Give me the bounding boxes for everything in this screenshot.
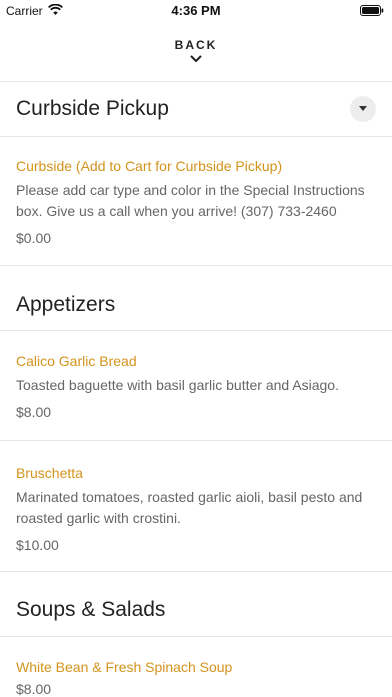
menu-item[interactable]: Calico Garlic Bread Toasted baguette wit…	[16, 353, 376, 420]
item-description: Please add car type and color in the Spe…	[16, 182, 365, 219]
divider	[0, 136, 392, 137]
item-price: $0.00	[16, 230, 52, 246]
section-dropdown-button[interactable]	[350, 96, 376, 122]
item-price: $8.00	[16, 681, 52, 697]
divider	[0, 440, 392, 441]
menu-item[interactable]: White Bean & Fresh Spinach Soup $8.00	[16, 659, 376, 697]
chevron-down-icon	[190, 55, 202, 62]
divider	[0, 81, 392, 82]
item-name: Curbside (Add to Cart for Curbside Picku…	[16, 158, 283, 174]
divider	[0, 636, 392, 637]
status-bar: Carrier 4:36 PM	[0, 0, 392, 22]
divider	[0, 330, 392, 331]
item-description: Toasted baguette with basil garlic butte…	[16, 377, 339, 393]
caret-down-icon	[359, 106, 367, 111]
status-time: 4:36 PM	[171, 3, 221, 18]
section-title-soups-salads: Soups & Salads	[16, 598, 166, 621]
item-name: Calico Garlic Bread	[16, 353, 137, 369]
item-description: Marinated tomatoes, roasted garlic aioli…	[16, 489, 363, 526]
section-title-appetizers: Appetizers	[16, 293, 116, 316]
section-title-curbside-pickup: Curbside Pickup	[16, 97, 169, 120]
battery-icon	[360, 5, 384, 16]
back-button[interactable]: BACK	[0, 34, 392, 63]
item-price: $10.00	[16, 537, 59, 553]
back-label: BACK	[174, 38, 218, 52]
item-price: $8.00	[16, 404, 52, 420]
divider	[0, 265, 392, 266]
item-name: Bruschetta	[16, 465, 83, 481]
menu-item[interactable]: Bruschetta Marinated tomatoes, roasted g…	[16, 465, 376, 553]
divider	[0, 571, 392, 572]
menu-item[interactable]: Curbside (Add to Cart for Curbside Picku…	[16, 158, 376, 246]
item-name: White Bean & Fresh Spinach Soup	[16, 659, 233, 675]
